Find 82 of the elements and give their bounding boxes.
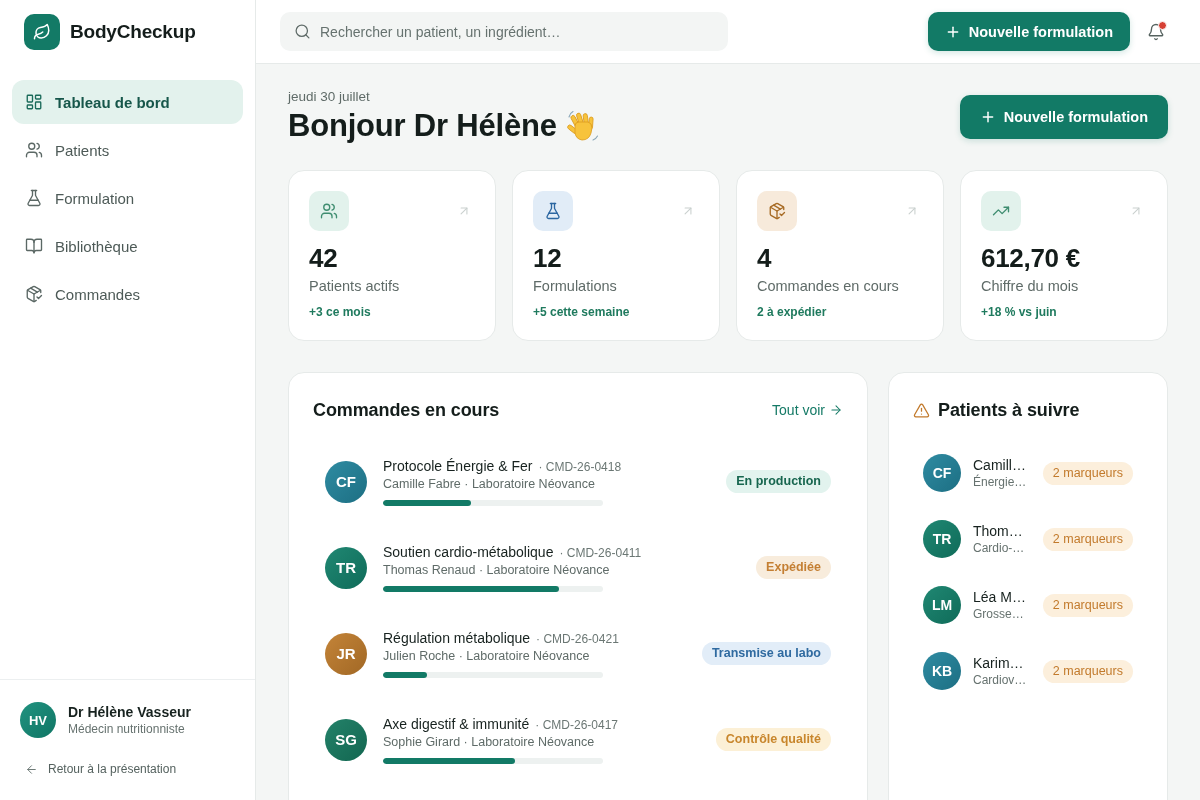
order-subtitle: Camille Fabre · Laboratoire Néovance <box>383 476 596 493</box>
sidebar-nav-item[interactable]: Formulation <box>12 176 243 220</box>
new-formulation-button[interactable]: Nouvelle formulation <box>959 94 1168 139</box>
book-icon <box>25 237 43 255</box>
greeting-heading: Bonjour Dr Hélène <box>288 107 557 145</box>
stat-label: Chiffre du mois <box>981 277 1080 296</box>
status-badge: Expédiée <box>756 556 831 579</box>
search-icon <box>294 23 311 40</box>
sidebar-nav-item[interactable]: Tableau de bord <box>12 80 243 124</box>
patient-avatar: TR <box>923 520 961 558</box>
status-badge: En production <box>726 470 831 493</box>
stat-label: Commandes en cours <box>757 277 900 296</box>
user-role: Médecin nutritionniste <box>68 722 186 736</box>
order-title: Axe digestif & immunité <box>383 715 530 733</box>
dashboard-icon <box>25 93 43 111</box>
stat-label: Formulations <box>533 277 618 296</box>
patient-avatar: CF <box>923 454 961 492</box>
stat-trend: +5 cette semaine <box>533 304 631 320</box>
user-name: Dr Hélène Vasseur <box>68 704 191 720</box>
status-badge: Contrôle qualité <box>715 728 831 751</box>
stat-card[interactable]: 12 Formulations +5 cette semaine <box>512 170 720 341</box>
bell-icon <box>1147 22 1165 41</box>
patient-name: Thom… <box>973 522 1024 540</box>
brand-name: BodyCheckup <box>70 21 196 43</box>
stat-card[interactable]: 612,70 € Chiffre du mois +18 % vs juin <box>960 170 1168 341</box>
arrow-right-icon <box>829 403 843 417</box>
stat-card[interactable]: 42 Patients actifs +3 ce mois <box>288 170 496 341</box>
status-badge: Transmise au labo <box>701 642 831 665</box>
marker-badge: 2 marqueurs <box>1042 527 1133 551</box>
patient-detail: Cardiov… <box>973 672 1028 688</box>
waving-hand-icon <box>565 109 600 143</box>
stat-card[interactable]: 4 Commandes en cours 2 à expédier <box>736 170 944 341</box>
order-subtitle: Thomas Renaud · Laboratoire Néovance <box>383 562 611 579</box>
order-reference: · CMD-26-0417 <box>535 717 618 734</box>
stat-value: 612,70 € <box>981 242 1081 274</box>
patient-name: Karim… <box>973 654 1025 672</box>
stat-value: 42 <box>309 242 339 274</box>
see-all-link[interactable]: Tout voir <box>772 402 843 418</box>
patient-avatar: CF <box>325 460 367 503</box>
package-icon <box>25 285 43 303</box>
order-reference: · CMD-26-0418 <box>538 459 622 476</box>
patient-detail: Cardio-… <box>973 540 1026 556</box>
patient-avatar: TR <box>325 546 367 589</box>
order-title: Régulation métabolique <box>383 629 531 647</box>
patient-avatar: LM <box>923 586 961 624</box>
date-text: jeudi 30 juillet <box>288 88 371 106</box>
patient-detail: Énergie… <box>973 474 1028 490</box>
order-title: Protocole Énergie & Fer <box>383 457 533 475</box>
order-subtitle: Julien Roche · Laboratoire Néovance <box>383 648 591 665</box>
marker-badge: 2 marqueurs <box>1042 593 1133 617</box>
sidebar-nav-item[interactable]: Bibliothèque <box>12 224 243 268</box>
order-reference: · CMD-26-0421 <box>536 631 619 648</box>
stat-value: 4 <box>757 242 773 274</box>
panel-title: Commandes en cours <box>313 399 500 421</box>
panel-title: Patients à suivre <box>938 399 1080 421</box>
stat-value: 12 <box>533 242 563 274</box>
stat-trend: +3 ce mois <box>309 304 372 320</box>
patient-avatar: KB <box>923 652 961 690</box>
order-reference: · CMD-26-0411 <box>559 545 642 562</box>
back-link[interactable]: Retour à la présentation <box>20 761 177 777</box>
users-icon <box>25 141 43 159</box>
stat-trend: +18 % vs juin <box>981 304 1058 320</box>
marker-badge: 2 marqueurs <box>1042 461 1133 485</box>
user-avatar: HV <box>20 702 56 738</box>
patient-avatar: SG <box>325 718 367 761</box>
sidebar-nav-item[interactable]: Patients <box>12 128 243 172</box>
patient-name: Camill… <box>973 456 1027 474</box>
patient-name: Léa M… <box>973 588 1027 606</box>
warning-icon <box>913 401 930 419</box>
stat-trend: 2 à expédier <box>757 304 828 320</box>
arrow-left-icon <box>25 762 38 776</box>
patient-avatar: JR <box>325 632 367 675</box>
stat-label: Patients actifs <box>309 277 401 296</box>
marker-badge: 2 marqueurs <box>1042 659 1133 683</box>
patient-detail: Grosse… <box>973 606 1025 622</box>
order-title: Soutien cardio-métabolique <box>383 543 554 561</box>
search-field[interactable]: Rechercher un patient, un ingrédient… <box>280 12 728 51</box>
sidebar-nav-item[interactable]: Commandes <box>12 272 243 316</box>
new-formulation-button[interactable]: Nouvelle formulation <box>927 12 1130 51</box>
leaf-logo-icon <box>24 14 60 50</box>
order-subtitle: Sophie Girard · Laboratoire Néovance <box>383 734 596 751</box>
flask-icon <box>25 189 43 207</box>
